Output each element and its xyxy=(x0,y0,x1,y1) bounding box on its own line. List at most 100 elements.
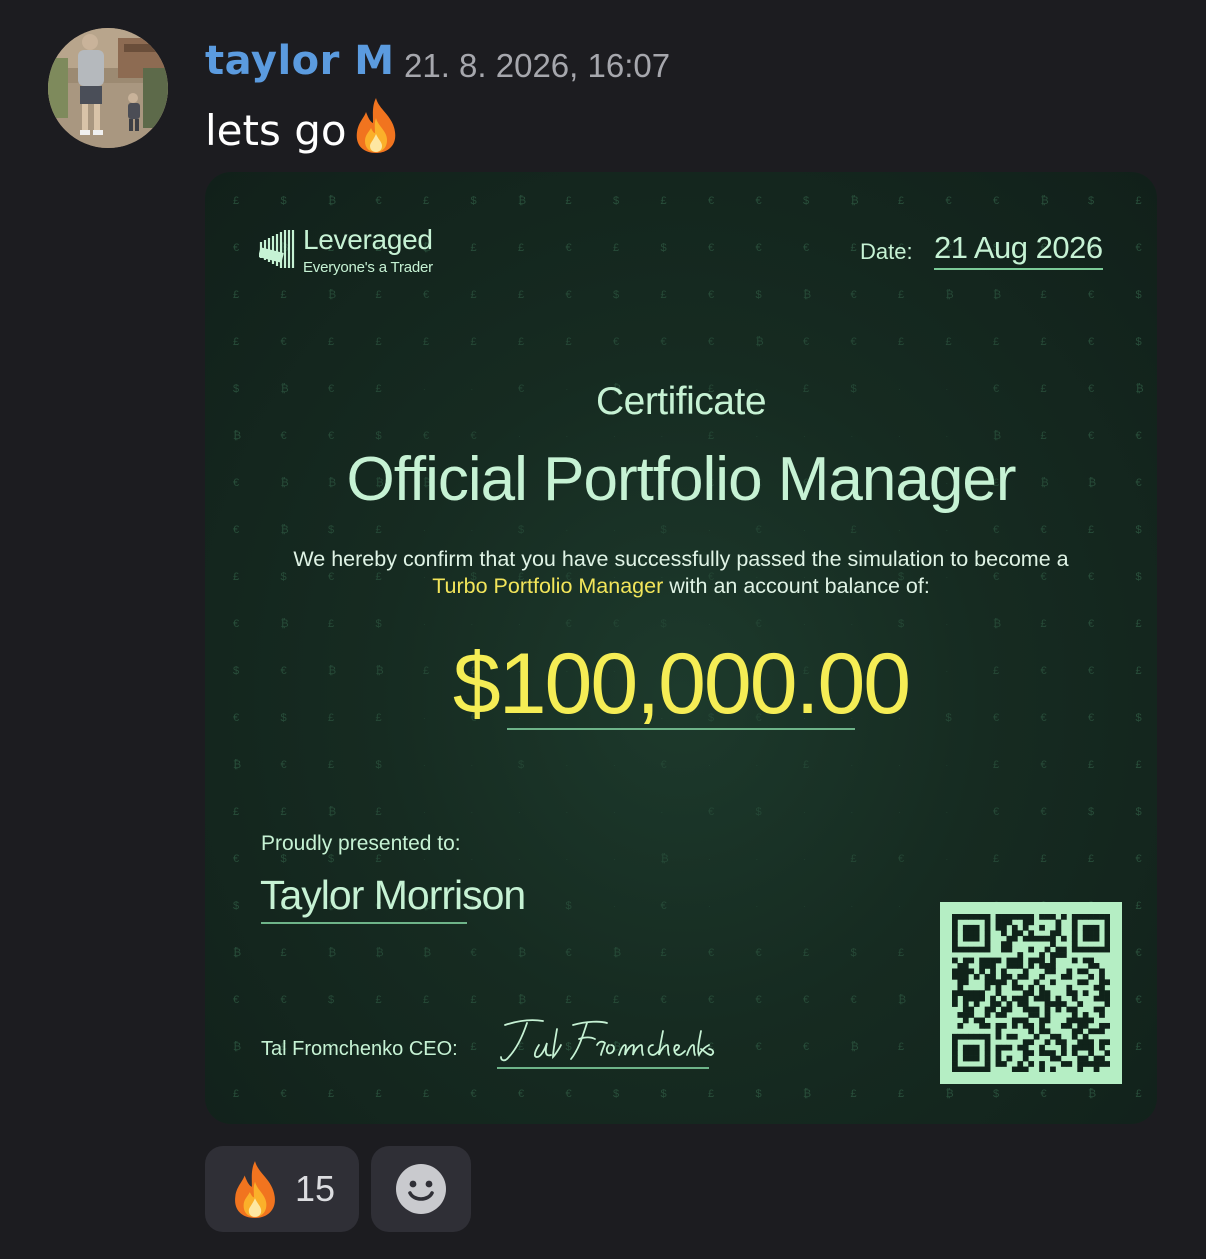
svg-text:£: £ xyxy=(423,336,429,348)
svg-text:₿: ₿ xyxy=(233,1041,241,1053)
svg-text:$: $ xyxy=(233,900,239,912)
svg-text:·: · xyxy=(613,902,616,911)
svg-text:$: $ xyxy=(518,759,524,771)
ceo-label: Tal Fromchenko CEO: xyxy=(261,1038,458,1060)
svg-text:€: € xyxy=(661,759,667,771)
svg-text:$: $ xyxy=(756,289,762,301)
svg-text:€: € xyxy=(281,430,287,442)
svg-text:£: £ xyxy=(328,336,334,348)
signature-underline xyxy=(497,1067,709,1069)
svg-text:€: € xyxy=(661,900,667,912)
svg-text:·: · xyxy=(518,808,521,817)
svg-text:$: $ xyxy=(566,900,572,912)
svg-text:₿: ₿ xyxy=(851,1041,859,1053)
svg-text:₿: ₿ xyxy=(233,947,241,959)
svg-text:·: · xyxy=(803,855,806,864)
svg-text:£: £ xyxy=(993,853,999,865)
svg-text:€: € xyxy=(281,994,287,1006)
svg-text:£: £ xyxy=(1088,759,1094,771)
svg-text:£: £ xyxy=(851,242,857,254)
avatar[interactable] xyxy=(48,28,168,148)
svg-text:£: £ xyxy=(1041,336,1047,348)
svg-text:·: · xyxy=(708,620,711,629)
body-prefix: We hereby confirm that you have successf… xyxy=(293,547,1069,571)
svg-text:·: · xyxy=(423,620,426,629)
svg-text:£: £ xyxy=(661,289,667,301)
svg-text:£: £ xyxy=(518,336,524,348)
svg-text:·: · xyxy=(946,620,949,629)
svg-text:£: £ xyxy=(281,947,287,959)
certificate-date: 21 Aug 2026 xyxy=(934,230,1103,270)
account-balance: $100,000.00 xyxy=(452,636,911,732)
svg-text:$: $ xyxy=(803,195,809,207)
recipient-name: Taylor Morrison xyxy=(260,872,526,918)
svg-text:€: € xyxy=(566,947,572,959)
svg-text:£: £ xyxy=(613,242,619,254)
svg-text:₿: ₿ xyxy=(233,759,241,771)
svg-text:€: € xyxy=(376,195,382,207)
svg-text:£: £ xyxy=(1136,195,1142,207)
add-reaction-button[interactable] xyxy=(371,1146,471,1232)
svg-text:·: · xyxy=(566,761,569,770)
svg-text:€: € xyxy=(613,336,619,348)
svg-text:·: · xyxy=(471,855,474,864)
svg-text:€: € xyxy=(233,524,239,536)
svg-text:€: € xyxy=(328,430,334,442)
svg-text:£: £ xyxy=(708,430,714,442)
svg-text:£: £ xyxy=(1136,900,1142,912)
svg-text:€: € xyxy=(708,195,714,207)
author-name[interactable]: taylor M xyxy=(205,38,395,84)
svg-text:£: £ xyxy=(1088,524,1094,536)
svg-text:£: £ xyxy=(898,195,904,207)
svg-text:·: · xyxy=(851,432,854,441)
svg-text:$: $ xyxy=(1136,524,1142,536)
svg-text:₿: ₿ xyxy=(328,806,336,818)
svg-text:£: £ xyxy=(328,1088,334,1100)
svg-text:£: £ xyxy=(1136,1041,1142,1053)
svg-text:£: £ xyxy=(898,1041,904,1053)
date-label: Date: xyxy=(860,239,913,264)
svg-text:₿: ₿ xyxy=(851,195,859,207)
svg-text:₿: ₿ xyxy=(328,947,336,959)
svg-text:€: € xyxy=(566,289,572,301)
svg-text:£: £ xyxy=(803,759,809,771)
svg-text:£: £ xyxy=(708,1088,714,1100)
svg-text:·: · xyxy=(946,432,949,441)
svg-text:€: € xyxy=(1088,336,1094,348)
certificate-image[interactable]: £ $ ₿ € £ $ ₿ £ $ £ € € $ ₿ £ € € ₿ $ £ € ₿ £ £ ₿ £ £ € £ $ € € € £ £ € $ € ₿ €… xyxy=(205,172,1157,1124)
qr-code[interactable] xyxy=(940,902,1122,1084)
svg-text:£: £ xyxy=(281,289,287,301)
svg-text:·: · xyxy=(946,761,949,770)
svg-text:·: · xyxy=(946,808,949,817)
svg-text:₿: ₿ xyxy=(756,336,764,348)
svg-text:₿: ₿ xyxy=(661,853,669,865)
fire-emoji-icon xyxy=(351,96,401,164)
svg-text:€: € xyxy=(1041,524,1047,536)
svg-text:€: € xyxy=(1136,430,1142,442)
svg-text:·: · xyxy=(423,526,426,535)
svg-text:₿: ₿ xyxy=(281,618,289,630)
svg-text:£: £ xyxy=(376,336,382,348)
svg-text:$: $ xyxy=(1136,806,1142,818)
svg-text:€: € xyxy=(756,994,762,1006)
svg-text:$: $ xyxy=(471,195,477,207)
svg-text:·: · xyxy=(708,526,711,535)
svg-text:€: € xyxy=(756,1041,762,1053)
svg-text:€: € xyxy=(993,806,999,818)
reaction-fire[interactable]: 15 xyxy=(205,1146,359,1232)
svg-text:€: € xyxy=(708,242,714,254)
svg-text:·: · xyxy=(708,902,711,911)
svg-text:£: £ xyxy=(898,289,904,301)
svg-text:€: € xyxy=(756,195,762,207)
svg-text:₿: ₿ xyxy=(803,289,811,301)
svg-text:£: £ xyxy=(328,759,334,771)
svg-text:€: € xyxy=(233,853,239,865)
recipient-underline xyxy=(261,922,467,924)
svg-text:€: € xyxy=(851,289,857,301)
svg-text:€: € xyxy=(423,289,429,301)
svg-text:€: € xyxy=(233,618,239,630)
brand-logo xyxy=(259,228,295,270)
svg-text:€: € xyxy=(756,618,762,630)
svg-text:·: · xyxy=(851,620,854,629)
svg-text:€: € xyxy=(1136,242,1142,254)
